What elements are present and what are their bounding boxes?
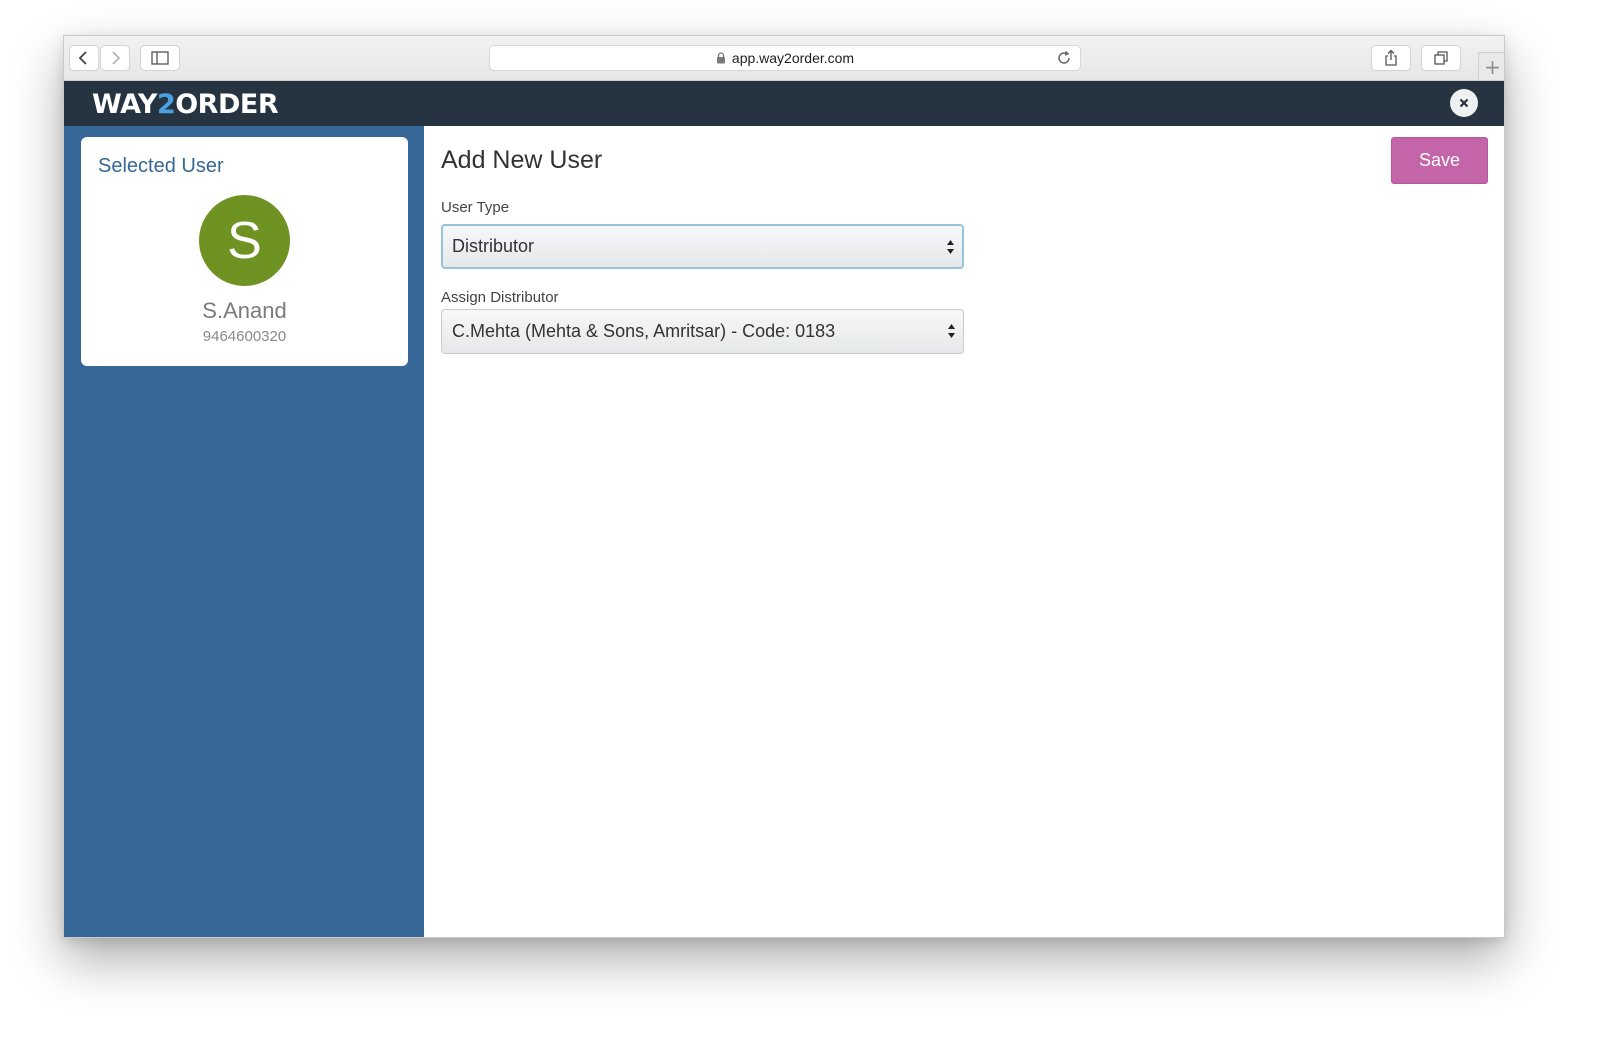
card-title: Selected User [98,155,224,177]
selected-user-card: Selected User S S.Anand 9464600320 [81,137,408,366]
tabs-button[interactable] [1421,45,1461,71]
avatar: S [199,195,290,286]
lock-icon [716,52,726,64]
assign-distributor-select[interactable]: C.Mehta (Mehta & Sons, Amritsar) - Code:… [441,309,964,354]
user-name: S.Anand [202,298,287,323]
sidebar-toggle-button[interactable] [140,45,180,71]
sidebar: Selected User S S.Anand 9464600320 [64,126,424,937]
share-icon [1385,49,1397,66]
user-type-label: User Type [441,199,510,216]
forward-button[interactable] [100,45,130,71]
assign-distributor-label: Assign Distributor [441,289,559,306]
select-arrows-icon [947,323,956,344]
back-button[interactable] [69,45,99,71]
main-content: Add New User Save User Type Distributor … [424,126,1504,937]
plus-icon: + [1484,54,1501,79]
assign-distributor-value: C.Mehta (Mehta & Sons, Amritsar) - Code:… [452,321,836,341]
logo-text-way: WAY [92,89,157,120]
select-arrows-icon [946,239,955,260]
back-icon [78,51,87,65]
browser-window: app.way2order.com + WAY2ORDER Selected U… [63,35,1505,938]
browser-toolbar: app.way2order.com + [64,36,1504,81]
logo-text-2: 2 [156,89,176,120]
forward-icon [112,51,121,65]
tabs-icon [1434,51,1448,65]
new-tab-button[interactable]: + [1478,52,1504,80]
user-type-select[interactable]: Distributor [441,224,964,269]
url-text: app.way2order.com [731,50,855,66]
address-bar[interactable]: app.way2order.com [489,45,1081,71]
app-header: WAY2ORDER [64,81,1504,126]
user-type-value: Distributor [452,236,535,256]
sidebar-toggle-icon [151,51,169,65]
close-icon [1459,98,1469,108]
close-button[interactable] [1450,89,1478,117]
logo-text-order: ORDER [175,89,279,120]
user-phone: 9464600320 [202,328,287,345]
save-button[interactable]: Save [1391,137,1488,184]
app-logo[interactable]: WAY2ORDER [92,89,279,120]
page-title: Add New User [441,146,603,174]
share-button[interactable] [1371,45,1411,71]
reload-icon[interactable] [1056,50,1072,69]
